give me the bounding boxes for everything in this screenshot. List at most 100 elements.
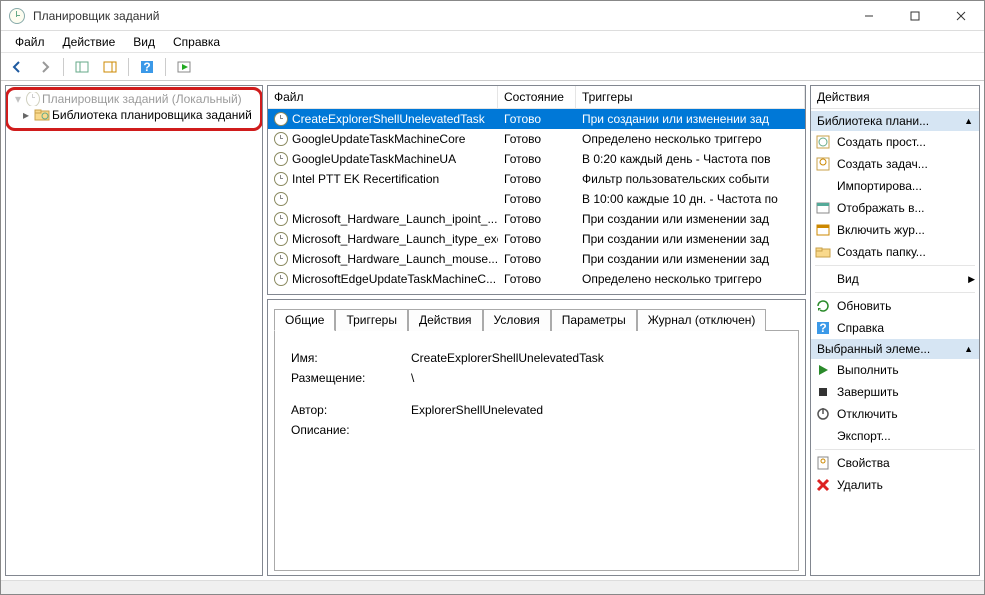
tab-settings[interactable]: Параметры (551, 309, 637, 331)
import-icon (815, 178, 831, 194)
col-triggers[interactable]: Триггеры (576, 86, 805, 108)
close-button[interactable] (938, 1, 984, 31)
action-import[interactable]: Импортирова... (811, 175, 979, 197)
task-name: GoogleUpdateTaskMachineCore (292, 132, 465, 146)
task-trigger: При создании или изменении зад (576, 230, 805, 248)
tab-general[interactable]: Общие (274, 309, 335, 331)
name-label: Имя: (291, 351, 411, 365)
action-enable-history[interactable]: Включить жур... (811, 219, 979, 241)
menu-help[interactable]: Справка (165, 33, 228, 51)
col-file[interactable]: Файл (268, 86, 498, 108)
action-properties[interactable]: Свойства (811, 452, 979, 474)
action-create[interactable]: Создать задач... (811, 153, 979, 175)
task-state: Готово (498, 110, 576, 128)
run-button[interactable] (172, 56, 196, 78)
menu-action[interactable]: Действие (55, 33, 124, 51)
view-icon (815, 271, 831, 287)
tab-actions[interactable]: Действия (408, 309, 483, 331)
name-value: CreateExplorerShellUnelevatedTask (411, 351, 782, 365)
refresh-icon (815, 298, 831, 314)
task-name: Microsoft_Hardware_Launch_ipoint_... (292, 212, 497, 226)
table-row[interactable]: ГотовоВ 10:00 каждые 10 дн. - Частота по (268, 189, 805, 209)
actions-pane: Действия Библиотека плани...▲ Создать пр… (810, 85, 980, 576)
task-state: Готово (498, 230, 576, 248)
action-delete[interactable]: Удалить (811, 474, 979, 496)
create-icon (815, 156, 831, 172)
action-disable[interactable]: Отключить (811, 403, 979, 425)
table-row[interactable]: Intel PTT EK Recertification ГотовоФильтр… (268, 169, 805, 189)
table-row[interactable]: CreateExplorerShellUnelevatedTaskГотовоП… (268, 109, 805, 129)
action-help[interactable]: ?Справка (811, 317, 979, 339)
titlebar[interactable]: Планировщик заданий (1, 1, 984, 31)
action-end[interactable]: Завершить (811, 381, 979, 403)
tree-library[interactable]: ▸ Библиотека планировщика заданий (10, 106, 258, 124)
action-run[interactable]: Выполнить (811, 359, 979, 381)
actions-section-library[interactable]: Библиотека плани...▲ (811, 111, 979, 131)
task-icon (274, 232, 288, 246)
table-row[interactable]: GoogleUpdateTaskMachineUA ГотовоВ 0:20 ка… (268, 149, 805, 169)
action-new-folder[interactable]: Создать папку... (811, 241, 979, 263)
task-trigger: Фильтр пользовательских событи (576, 170, 805, 188)
col-state[interactable]: Состояние (498, 86, 576, 108)
task-trigger: Определено несколько триггеро (576, 270, 805, 288)
task-list[interactable]: Файл Состояние Триггеры CreateExplorerSh… (267, 85, 806, 295)
tab-history[interactable]: Журнал (отключен) (637, 309, 767, 331)
location-label: Размещение: (291, 371, 411, 385)
task-name: MicrosoftEdgeUpdateTaskMachineC... (292, 272, 496, 286)
action-refresh[interactable]: Обновить (811, 295, 979, 317)
action-export[interactable]: Экспорт... (811, 425, 979, 447)
tree-root[interactable]: ▾ Планировщик заданий (Локальный) (10, 92, 258, 106)
task-name: Intel PTT EK Recertification (292, 172, 439, 186)
table-row[interactable]: Microsoft_Hardware_Launch_ipoint_...Гото… (268, 209, 805, 229)
help-button[interactable]: ? (135, 56, 159, 78)
task-name: CreateExplorerShellUnelevatedTask (292, 112, 485, 126)
window-title: Планировщик заданий (33, 9, 846, 23)
task-trigger: В 10:00 каждые 10 дн. - Частота по (576, 190, 805, 208)
task-icon (274, 112, 288, 126)
table-row[interactable]: Microsoft_Hardware_Launch_itype_exeГотов… (268, 229, 805, 249)
menu-view[interactable]: Вид (125, 33, 163, 51)
author-label: Автор: (291, 403, 411, 417)
table-row[interactable]: Microsoft_Hardware_Launch_mouse...Готово… (268, 249, 805, 269)
scheduler-icon (26, 92, 40, 106)
action-view[interactable]: Вид▶ (811, 268, 979, 290)
delete-icon (815, 477, 831, 493)
library-folder-icon (34, 107, 50, 123)
table-row[interactable]: MicrosoftEdgeUpdateTaskMachineC...Готово… (268, 269, 805, 289)
tab-triggers[interactable]: Триггеры (335, 309, 408, 331)
task-state: Готово (498, 130, 576, 148)
statusbar (1, 580, 984, 594)
end-icon (815, 384, 831, 400)
highlight-annotation: ▾ Планировщик заданий (Локальный) ▸ Библ… (5, 87, 263, 131)
actions-section-selected[interactable]: Выбранный элеме...▲ (811, 339, 979, 359)
forward-button[interactable] (33, 56, 57, 78)
collapse-icon: ▲ (964, 116, 973, 126)
action-show-running[interactable]: Отображать в... (811, 197, 979, 219)
table-row[interactable]: GoogleUpdateTaskMachineCore ГотовоОпредел… (268, 129, 805, 149)
tab-conditions[interactable]: Условия (483, 309, 551, 331)
task-trigger: Определено несколько триггеро (576, 130, 805, 148)
new-folder-icon (815, 244, 831, 260)
menu-file[interactable]: Файл (7, 33, 53, 51)
back-button[interactable] (5, 56, 29, 78)
show-hide-actions-button[interactable] (98, 56, 122, 78)
task-icon (274, 172, 288, 186)
action-create-basic[interactable]: Создать прост... (811, 131, 979, 153)
task-icon (274, 272, 288, 286)
nav-tree[interactable]: ▾ Планировщик заданий (Локальный) ▸ Библ… (5, 85, 263, 576)
task-trigger: В 0:20 каждый день - Частота пов (576, 150, 805, 168)
svg-text:?: ? (143, 60, 150, 74)
task-state: Готово (498, 190, 576, 208)
task-icon (274, 192, 288, 206)
task-state: Готово (498, 150, 576, 168)
help-icon: ? (815, 320, 831, 336)
task-name: GoogleUpdateTaskMachineUA (292, 152, 456, 166)
task-state: Готово (498, 270, 576, 288)
maximize-button[interactable] (892, 1, 938, 31)
app-icon (9, 8, 25, 24)
app-window: Планировщик заданий Файл Действие Вид Сп… (0, 0, 985, 595)
show-hide-tree-button[interactable] (70, 56, 94, 78)
task-icon (274, 252, 288, 266)
task-state: Готово (498, 170, 576, 188)
minimize-button[interactable] (846, 1, 892, 31)
